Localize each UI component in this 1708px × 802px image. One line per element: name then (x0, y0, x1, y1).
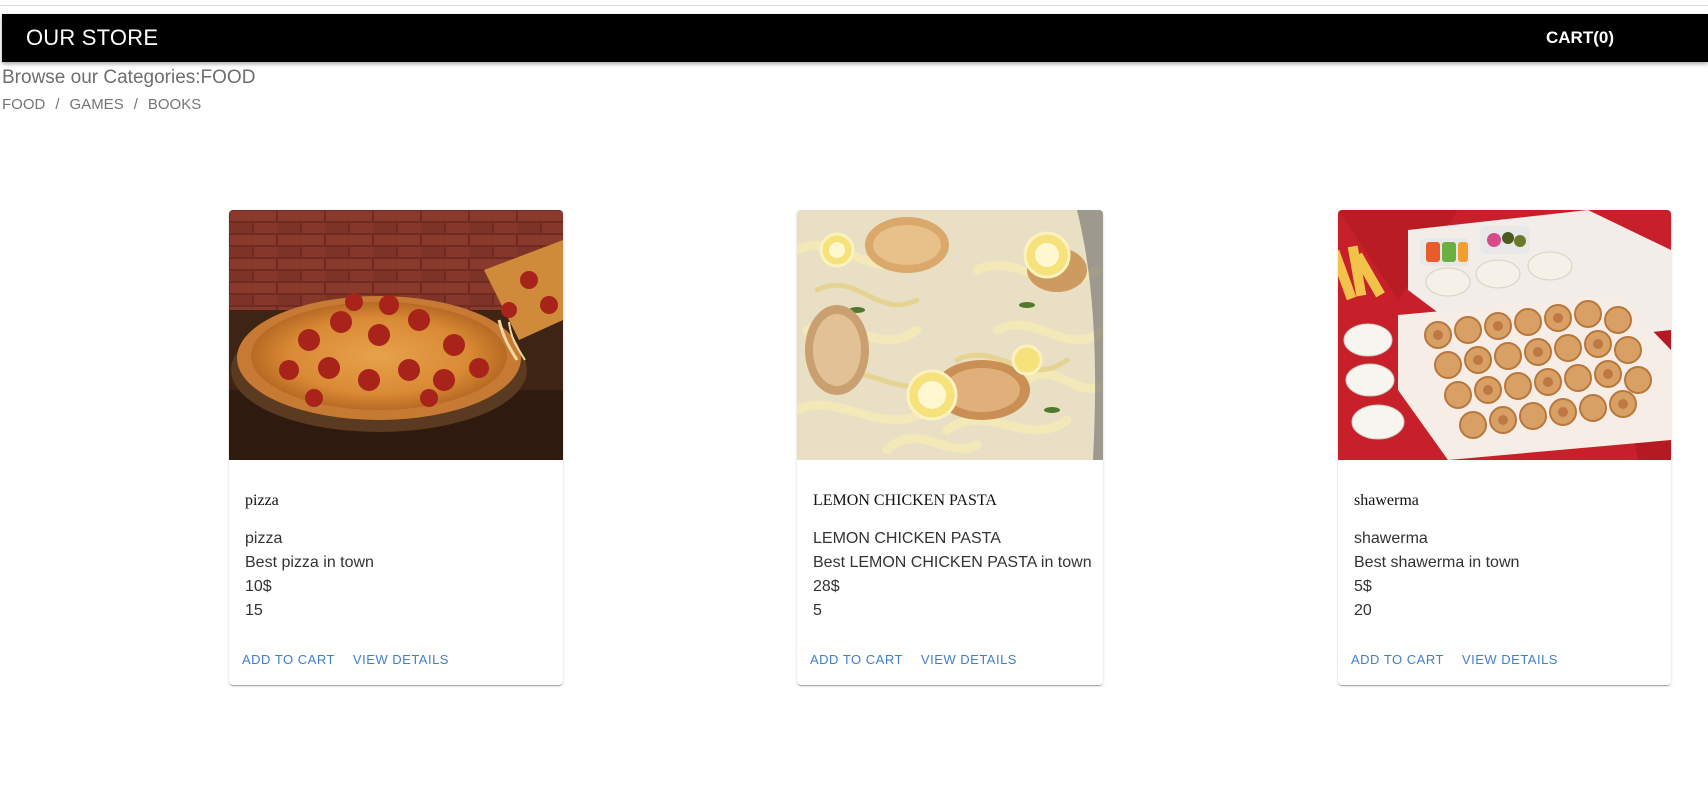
product-title: shawerma (1354, 492, 1419, 509)
product-price: 5$ (1354, 578, 1372, 595)
product-details: pizza Best pizza in town 10$ 15 (245, 527, 374, 623)
view-details-button[interactable]: VIEW DETAILS (353, 652, 449, 667)
lemon-chicken-pasta-image (797, 210, 1103, 460)
product-price: 10$ (245, 578, 272, 595)
product-card-pizza: pizza pizza Best pizza in town 10$ 15 AD… (229, 210, 563, 685)
breadcrumb-games[interactable]: GAMES (70, 95, 124, 115)
card-actions: ADD TO CART VIEW DETAILS (810, 652, 1017, 667)
breadcrumb-books[interactable]: BOOKS (148, 95, 201, 115)
product-name: shawerma (1354, 530, 1428, 547)
category-heading: Browse our Categories:FOOD (2, 67, 256, 88)
product-title: LEMON CHICKEN PASTA (813, 492, 997, 509)
product-card-shawerma: shawerma shawerma Best shawerma in town … (1338, 210, 1671, 685)
card-actions: ADD TO CART VIEW DETAILS (242, 652, 449, 667)
top-divider (0, 5, 1708, 6)
product-price: 28$ (813, 578, 840, 595)
product-description: Best shawerma in town (1354, 554, 1520, 571)
product-quantity: 15 (245, 602, 263, 619)
product-quantity: 5 (813, 602, 822, 619)
breadcrumb-food[interactable]: FOOD (2, 95, 45, 115)
product-card-lemon-chicken-pasta: LEMON CHICKEN PASTA LEMON CHICKEN PASTA … (797, 210, 1103, 685)
product-details: shawerma Best shawerma in town 5$ 20 (1354, 527, 1519, 623)
breadcrumb: FOOD / GAMES / BOOKS (2, 95, 201, 115)
cart-button[interactable]: CART(0) (1546, 28, 1614, 48)
view-details-button[interactable]: VIEW DETAILS (1462, 652, 1558, 667)
pizza-image (229, 210, 563, 460)
view-details-button[interactable]: VIEW DETAILS (921, 652, 1017, 667)
card-actions: ADD TO CART VIEW DETAILS (1351, 652, 1558, 667)
store-title: OUR STORE (26, 25, 159, 50)
add-to-cart-button[interactable]: ADD TO CART (810, 652, 903, 667)
app-bar: OUR STORE CART(0) (2, 14, 1708, 62)
product-details: LEMON CHICKEN PASTA Best LEMON CHICKEN P… (813, 527, 1092, 623)
add-to-cart-button[interactable]: ADD TO CART (1351, 652, 1444, 667)
breadcrumb-separator: / (55, 96, 60, 113)
product-name: pizza (245, 530, 283, 547)
shawerma-image (1338, 210, 1671, 460)
product-quantity: 20 (1354, 602, 1372, 619)
product-description: Best LEMON CHICKEN PASTA in town (813, 554, 1092, 571)
breadcrumb-separator: / (133, 96, 138, 113)
product-name: LEMON CHICKEN PASTA (813, 530, 1001, 547)
add-to-cart-button[interactable]: ADD TO CART (242, 652, 335, 667)
product-title: pizza (245, 492, 279, 509)
product-description: Best pizza in town (245, 554, 374, 571)
